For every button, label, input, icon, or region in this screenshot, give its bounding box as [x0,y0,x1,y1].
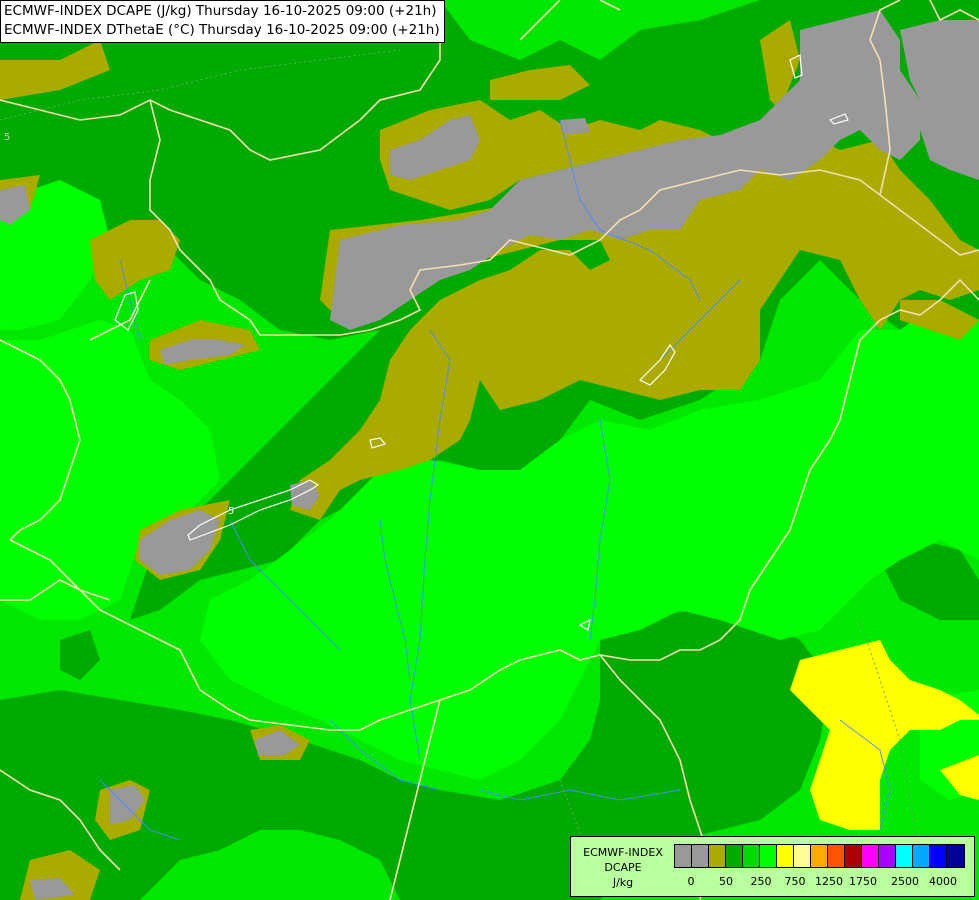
legend-swatch [709,845,726,867]
title-line-dcape: ECMWF-INDEX DCAPE (J/kg) Thursday 16-10-… [4,3,437,19]
contour-label: 5 [4,132,10,143]
legend-swatch [777,845,794,867]
legend-swatch [845,845,862,867]
legend-swatch [828,845,845,867]
legend-swatch [675,845,692,867]
legend: ECMWF-INDEX DCAPE J/kg 0 50 250 750 1250 1750… [570,836,975,897]
legend-swatch [811,845,828,867]
legend-tick-label: 2500 [891,875,919,888]
legend-swatch [743,845,760,867]
contour-label: 5 [228,506,234,517]
legend-tick-label: 0 [687,875,695,888]
legend-title-param: DCAPE [604,861,642,874]
legend-tick-label: 750 [784,875,806,888]
legend-swatch [692,845,709,867]
legend-color-scale [674,844,965,868]
legend-swatch [930,845,947,867]
dcape-map: 5 5 [0,0,979,900]
legend-tick-label: 1250 [815,875,843,888]
legend-swatch [794,845,811,867]
legend-tick-label: 1750 [849,875,877,888]
legend-tick-label: 4000 [929,875,957,888]
legend-title-model: ECMWF-INDEX [583,846,663,859]
legend-swatch [947,845,964,867]
legend-tick-label: 50 [719,875,733,888]
map-title-box: ECMWF-INDEX DCAPE (J/kg) Thursday 16-10-… [0,0,445,43]
legend-swatch [896,845,913,867]
legend-tick-label: 250 [750,875,772,888]
legend-unit: J/kg [612,876,634,889]
legend-swatch [726,845,743,867]
title-line-dthetae: ECMWF-INDEX DThetaE (°C) Thursday 16-10-… [4,22,440,38]
legend-swatch [862,845,879,867]
legend-swatch [879,845,896,867]
legend-swatch [913,845,930,867]
legend-swatch [760,845,777,867]
legend-label: ECMWF-INDEX DCAPE J/kg [575,845,671,890]
